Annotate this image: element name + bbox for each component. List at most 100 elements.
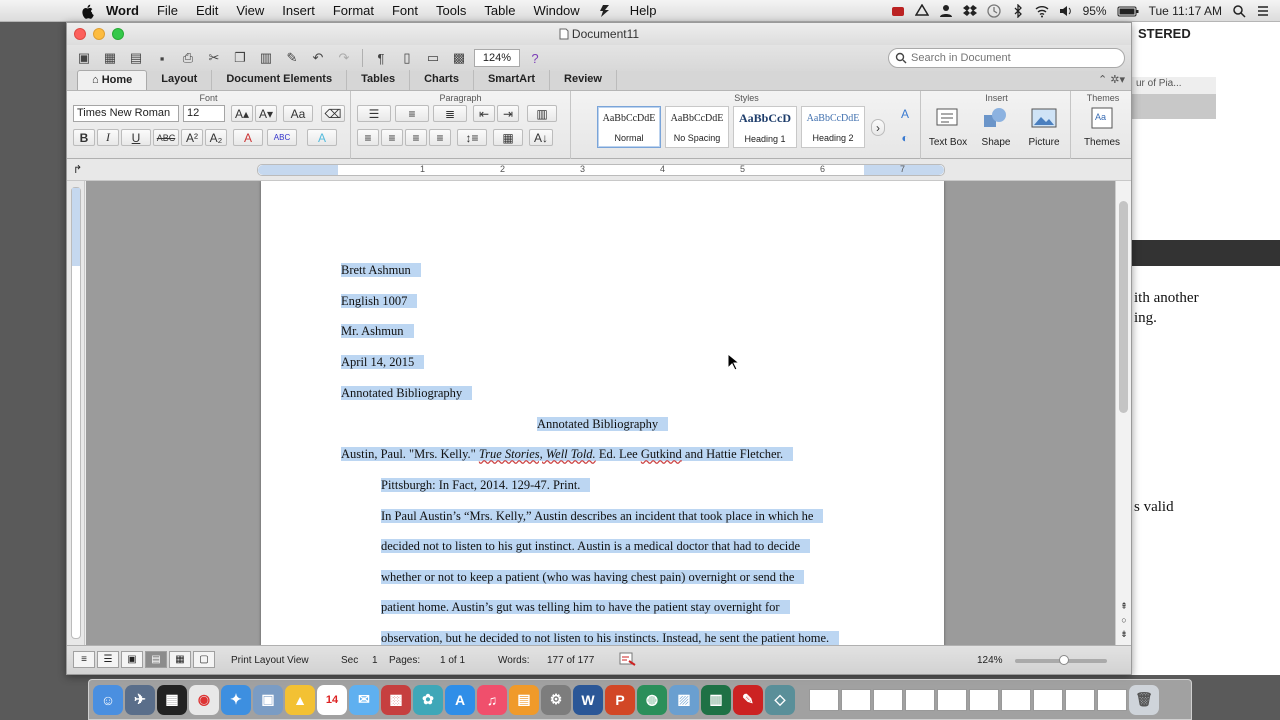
- menu-edit[interactable]: Edit: [196, 3, 218, 18]
- menu-tools[interactable]: Tools: [436, 3, 466, 18]
- underline-icon[interactable]: U: [121, 129, 151, 146]
- align-center-icon[interactable]: ≡: [381, 129, 403, 146]
- volume-icon[interactable]: [1059, 4, 1073, 18]
- outline-view-icon[interactable]: ☰: [97, 651, 119, 668]
- script-menu-icon[interactable]: [598, 4, 612, 18]
- finder-icon[interactable]: ☺: [93, 684, 123, 715]
- minimized-window-thumbnail[interactable]: [937, 688, 967, 711]
- photo-booth-icon[interactable]: ▩: [381, 684, 411, 715]
- style-normal[interactable]: AaBbCcDdE Normal: [597, 106, 661, 148]
- annotation-line[interactable]: decided not to listen to his gut instinc…: [381, 539, 811, 553]
- zoom-slider[interactable]: [1015, 655, 1107, 665]
- insert-shape[interactable]: Shape: [973, 106, 1019, 148]
- increase-indent-icon[interactable]: ⇥: [497, 105, 519, 122]
- gallery-icon[interactable]: ▦: [99, 48, 121, 68]
- menu-format[interactable]: Format: [333, 3, 374, 18]
- menu-font[interactable]: Font: [392, 3, 418, 18]
- dropbox-icon[interactable]: [962, 4, 977, 18]
- menu-file[interactable]: File: [157, 3, 178, 18]
- tab-selector-icon[interactable]: ↱: [73, 163, 82, 176]
- spelling-check-icon[interactable]: [619, 652, 637, 666]
- change-case-icon[interactable]: Aa: [283, 105, 313, 122]
- sidebar-toggle-icon[interactable]: ▯: [396, 48, 418, 68]
- system-preferences-icon[interactable]: ⚙: [541, 684, 571, 715]
- drive-sync-icon[interactable]: [914, 4, 929, 18]
- tab-charts[interactable]: Charts: [410, 70, 474, 90]
- chrome-icon[interactable]: ◉: [189, 684, 219, 715]
- minimized-window-thumbnail[interactable]: [969, 688, 999, 711]
- citation-publisher[interactable]: Pittsburgh: In Fact, 2014. 129-47. Print…: [381, 478, 591, 492]
- ribbon-collapse-icon[interactable]: ⌃ ✲▾: [1098, 73, 1125, 86]
- heading-date[interactable]: April 14, 2015: [341, 355, 425, 369]
- help-icon[interactable]: ?: [524, 48, 546, 68]
- messages-icon[interactable]: ✉: [349, 684, 379, 715]
- borders-icon[interactable]: ▦: [493, 129, 523, 146]
- numbering-icon[interactable]: ≡: [395, 105, 429, 122]
- menu-app-word[interactable]: Word: [106, 3, 139, 18]
- heading-instructor[interactable]: Mr. Ashmun: [341, 324, 414, 338]
- media-browser-icon[interactable]: ▩: [448, 48, 470, 68]
- redo-icon[interactable]: ↷: [333, 48, 355, 68]
- paste-icon[interactable]: ▥: [255, 48, 277, 68]
- wifi-icon[interactable]: [1035, 4, 1049, 18]
- style-heading-2[interactable]: AaBbCcDdE Heading 2: [801, 106, 865, 148]
- tab-review[interactable]: Review: [550, 70, 617, 90]
- minimized-window-thumbnail[interactable]: [1097, 688, 1127, 711]
- show-formatting-icon[interactable]: ¶: [370, 48, 392, 68]
- tab-smartart[interactable]: SmartArt: [474, 70, 551, 90]
- notebook-view-icon[interactable]: ▦: [169, 651, 191, 668]
- heading-name[interactable]: Brett Ashmun: [341, 263, 421, 277]
- utility-icon[interactable]: ◇: [765, 684, 795, 715]
- style-heading-1[interactable]: AaBbCcD Heading 1: [733, 106, 797, 148]
- menu-help[interactable]: Help: [630, 3, 657, 18]
- align-right-icon[interactable]: ≡: [405, 129, 427, 146]
- publishing-view-icon[interactable]: ▣: [121, 651, 143, 668]
- font-name-select[interactable]: Times New Roman: [73, 105, 179, 122]
- styles-pane-icon[interactable]: A: [895, 105, 915, 122]
- style-no-spacing[interactable]: AaBbCcDdE No Spacing: [665, 106, 729, 148]
- itunes-icon[interactable]: ♫: [477, 684, 507, 715]
- background-tab[interactable]: ur of Pia...: [1132, 77, 1216, 94]
- photo-app-icon[interactable]: ▣: [253, 684, 283, 715]
- zoom-select[interactable]: 124%: [474, 49, 520, 67]
- insert-text-box[interactable]: Text Box: [925, 106, 971, 148]
- tab-tables[interactable]: Tables: [347, 70, 411, 90]
- ruler-bar[interactable]: 1 2 3 4 5 6 7: [257, 164, 945, 176]
- columns-icon[interactable]: ▥: [527, 105, 557, 122]
- bold-icon[interactable]: B: [73, 129, 95, 146]
- bullets-icon[interactable]: ☰: [357, 105, 391, 122]
- scroll-thumb[interactable]: [1119, 201, 1128, 413]
- notification-center-icon[interactable]: [1256, 4, 1270, 18]
- document-page[interactable]: Brett Ashmun English 1007 Mr. Ashmun Apr…: [261, 181, 944, 647]
- print-layout-view-icon[interactable]: ▤: [145, 651, 167, 668]
- preview-icon[interactable]: ▨: [669, 684, 699, 715]
- shrink-font-icon[interactable]: A▾: [255, 105, 277, 122]
- app-store-icon[interactable]: A: [445, 684, 475, 715]
- save-icon[interactable]: ▪: [151, 48, 173, 68]
- citation-line[interactable]: Austin, Paul. "Mrs. Kelly." True Stories…: [341, 447, 794, 461]
- draft-view-icon[interactable]: ≡: [73, 651, 95, 668]
- minimized-window-thumbnail[interactable]: [905, 688, 935, 711]
- launchpad-icon[interactable]: ✈: [125, 684, 155, 715]
- decrease-indent-icon[interactable]: ⇤: [473, 105, 495, 122]
- powerpoint-icon[interactable]: P: [605, 684, 635, 715]
- document-area[interactable]: Brett Ashmun English 1007 Mr. Ashmun Apr…: [86, 181, 1117, 647]
- close-window-button[interactable]: [74, 28, 86, 40]
- menu-clock[interactable]: Tue 11:17 AM: [1149, 4, 1222, 18]
- minimized-window-thumbnail[interactable]: [873, 688, 903, 711]
- clear-formatting-icon[interactable]: ⌫: [321, 105, 345, 122]
- annotation-line[interactable]: whether or not to keep a patient (who wa…: [381, 570, 805, 584]
- subscript-icon[interactable]: A₂: [205, 129, 227, 146]
- image-capture-icon[interactable]: ✿: [413, 684, 443, 715]
- highlight-icon[interactable]: ABC: [267, 129, 297, 146]
- browse-object-icon[interactable]: ○: [1118, 615, 1130, 628]
- font-size-select[interactable]: 12: [183, 105, 225, 122]
- focus-view-icon[interactable]: ▢: [193, 651, 215, 668]
- menu-insert[interactable]: Insert: [282, 3, 315, 18]
- view-toggle-icon[interactable]: ▭: [422, 48, 444, 68]
- search-input[interactable]: [911, 52, 1111, 64]
- themes-button[interactable]: Aa Themes: [1079, 106, 1125, 148]
- strikethrough-icon[interactable]: ABC: [153, 129, 179, 146]
- zoom-window-button[interactable]: [112, 28, 124, 40]
- minimize-window-button[interactable]: [93, 28, 105, 40]
